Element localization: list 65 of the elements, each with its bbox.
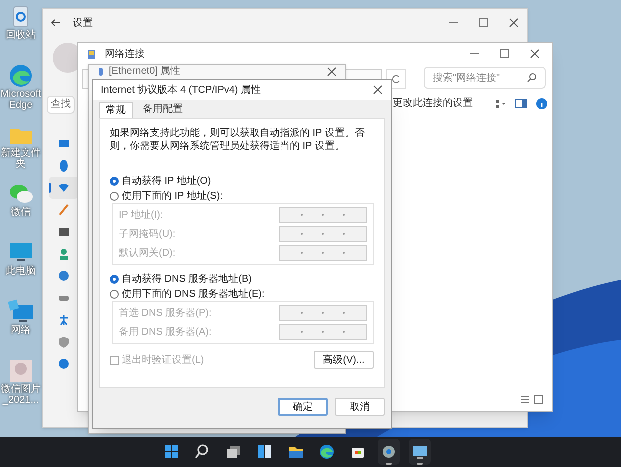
dialog-button[interactable]: 取消 bbox=[335, 398, 385, 416]
running-indicator bbox=[416, 463, 422, 465]
taskbar-button[interactable] bbox=[408, 439, 430, 465]
maximize-icon[interactable] bbox=[500, 49, 510, 59]
search-icon bbox=[527, 73, 537, 83]
start-icon bbox=[162, 443, 180, 461]
radio-option[interactable]: 自动获得 IP 地址(O) bbox=[110, 175, 374, 188]
brush-icon bbox=[57, 203, 71, 217]
running-indicator bbox=[386, 463, 392, 465]
radio-button[interactable] bbox=[110, 177, 119, 186]
field-label: 备用 DNS 服务器(A): bbox=[119, 326, 212, 340]
view-options-icon[interactable] bbox=[495, 98, 507, 108]
selection-indicator bbox=[49, 183, 51, 193]
help-icon[interactable] bbox=[536, 98, 548, 110]
window-title: 设置 bbox=[73, 16, 94, 30]
settings-nav-item[interactable] bbox=[49, 177, 79, 199]
taskbar-button[interactable] bbox=[378, 439, 400, 465]
refresh-icon bbox=[390, 74, 402, 84]
field-label: 子网掩码(U): bbox=[119, 228, 176, 242]
description-text: 如果网络支持此功能，则可以获取自动指派的 IP 设置。否则，你需要从网络系统管理员处获得适当的 IP 设置。 bbox=[110, 127, 366, 153]
taskview-icon bbox=[224, 443, 242, 461]
field-label: IP 地址(I): bbox=[119, 208, 164, 222]
dialog-button[interactable]: 确定 bbox=[278, 398, 328, 416]
widgets-icon bbox=[256, 443, 274, 461]
details-view-icon[interactable] bbox=[520, 395, 530, 405]
close-icon[interactable] bbox=[509, 18, 519, 28]
radio-option[interactable]: 使用下面的 IP 地址(S): bbox=[110, 190, 374, 203]
network-icon[interactable] bbox=[8, 299, 34, 325]
desktop-icon-label: Microsoft Edge bbox=[0, 89, 42, 111]
search-placeholder: 搜索"网络连接" bbox=[433, 72, 502, 86]
access-icon bbox=[57, 313, 71, 327]
desktop-icon-label: 网络 bbox=[10, 325, 32, 336]
command-link[interactable]: 更改此连接的设置 bbox=[393, 96, 487, 111]
desktop-icon-label: 回收站 bbox=[5, 30, 37, 41]
shield-icon bbox=[57, 335, 71, 349]
maximize-icon[interactable] bbox=[479, 18, 489, 28]
person-icon bbox=[57, 247, 71, 261]
tiles-view-icon[interactable] bbox=[534, 395, 544, 405]
field-label: 默认网关(D): bbox=[119, 246, 176, 260]
close-icon[interactable] bbox=[327, 67, 337, 77]
close-icon[interactable] bbox=[530, 49, 540, 59]
desktop-icon-label: 新建文件夹 bbox=[0, 148, 42, 170]
radio-option[interactable]: 使用下面的 DNS 服务器地址(E): bbox=[110, 288, 374, 301]
field-label: 首选 DNS 服务器(P): bbox=[119, 306, 212, 320]
advanced-button[interactable]: 高级(V)... bbox=[314, 351, 374, 369]
search-field[interactable]: 搜索"网络连接" bbox=[424, 67, 546, 89]
radio-button[interactable] bbox=[110, 192, 119, 201]
search-field[interactable]: 查找 bbox=[47, 96, 75, 114]
network-folder-icon bbox=[86, 48, 97, 60]
radio-option[interactable]: 自动获得 DNS 服务器地址(B) bbox=[110, 273, 374, 286]
dialog-tab[interactable]: 常规 bbox=[99, 102, 133, 118]
window-title: [Ethernet0] 属性 bbox=[109, 66, 182, 78]
window-title: 网络连接 bbox=[105, 48, 146, 62]
radio-button[interactable] bbox=[110, 275, 119, 284]
edge-icon bbox=[318, 443, 336, 461]
desktop-icon-label: 微信 bbox=[10, 207, 32, 218]
dialog-title: Internet 协议版本 4 (TCP/IPv4) 属性 bbox=[101, 84, 262, 98]
desktop-icon-label: 此电脑 bbox=[5, 266, 37, 277]
desktop-icon-label: 微信图片_2021... bbox=[0, 384, 42, 406]
back-arrow-icon[interactable] bbox=[51, 19, 61, 27]
network-icon bbox=[410, 443, 428, 461]
radio-button[interactable] bbox=[110, 290, 119, 299]
close-icon[interactable] bbox=[373, 85, 383, 95]
dialog-tab[interactable]: 备用配置 bbox=[137, 102, 189, 118]
preview-pane-icon[interactable] bbox=[515, 98, 528, 108]
